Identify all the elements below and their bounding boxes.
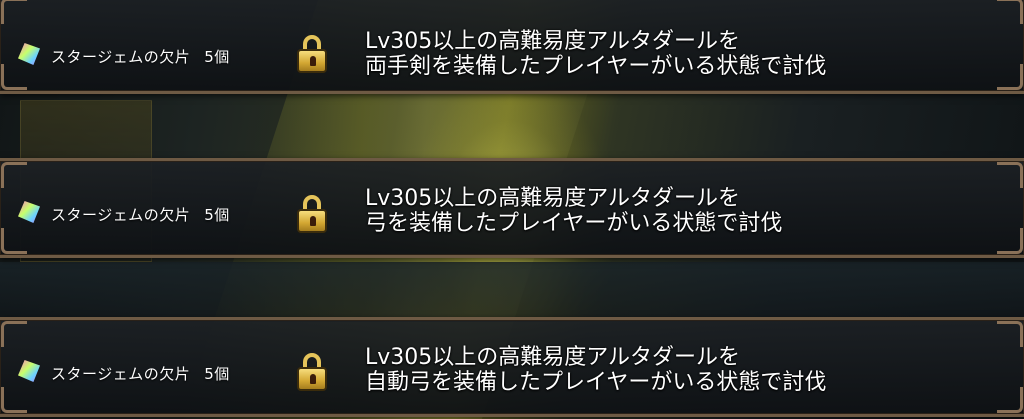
description-line: Lv305以上の高難易度アルタダールを [365, 186, 741, 211]
star-gem-fragment-icon [18, 43, 40, 65]
frame-corner [1, 387, 27, 413]
description-line: 両手剣を装備したプレイヤーがいる状態で討伐 [365, 54, 827, 79]
mission-row[interactable]: スタージェムの欠片 5個 Lv305以上の高難易度アルタダールを 自動弓を装備した… [0, 317, 1024, 417]
background-floor [0, 262, 1024, 322]
frame-corner [1, 162, 27, 188]
description-line: Lv305以上の高難易度アルタダールを [365, 345, 741, 370]
reward-count: 5個 [204, 48, 230, 66]
star-gem-fragment-icon [18, 360, 40, 382]
reward-count: 5個 [204, 365, 230, 383]
lock-icon [297, 353, 327, 391]
star-gem-fragment-icon [18, 201, 40, 223]
frame-corner [997, 321, 1023, 347]
lock-icon [297, 195, 327, 233]
description-line: 弓を装備したプレイヤーがいる状態で討伐 [365, 211, 783, 236]
mission-description: Lv305以上の高難易度アルタダールを 弓を装備したプレイヤーがいる状態で討伐 [365, 186, 782, 236]
frame-corner [997, 0, 1023, 24]
frame-corner [1, 0, 27, 24]
frame-corner [997, 387, 1023, 413]
reward-label: スタージェムの欠片 5個 [51, 46, 230, 67]
reward-count: 5個 [204, 206, 230, 224]
frame-corner [997, 228, 1023, 254]
reward-name: スタージェムの欠片 [51, 48, 191, 66]
mission-description: Lv305以上の高難易度アルタダールを 両手剣を装備したプレイヤーがいる状態で討… [365, 29, 826, 79]
frame-corner [997, 64, 1023, 90]
lock-icon [297, 35, 327, 73]
frame-corner [1, 228, 27, 254]
reward-name: スタージェムの欠片 [51, 206, 191, 224]
reward-label: スタージェムの欠片 5個 [51, 204, 230, 225]
description-line: 自動弓を装備したプレイヤーがいる状態で討伐 [365, 370, 827, 395]
mission-description: Lv305以上の高難易度アルタダールを 自動弓を装備したプレイヤーがいる状態で討… [365, 345, 826, 395]
frame-corner [1, 64, 27, 90]
mission-row[interactable]: スタージェムの欠片 5個 Lv305以上の高難易度アルタダールを 弓を装備したプレ… [0, 158, 1024, 258]
reward-label: スタージェムの欠片 5個 [51, 363, 230, 384]
description-line: Lv305以上の高難易度アルタダールを [365, 29, 741, 54]
reward-name: スタージェムの欠片 [51, 365, 191, 383]
mission-row[interactable]: スタージェムの欠片 5個 Lv305以上の高難易度アルタダールを 両手剣を装備した… [0, 0, 1024, 94]
frame-corner [1, 321, 27, 347]
frame-corner [997, 162, 1023, 188]
